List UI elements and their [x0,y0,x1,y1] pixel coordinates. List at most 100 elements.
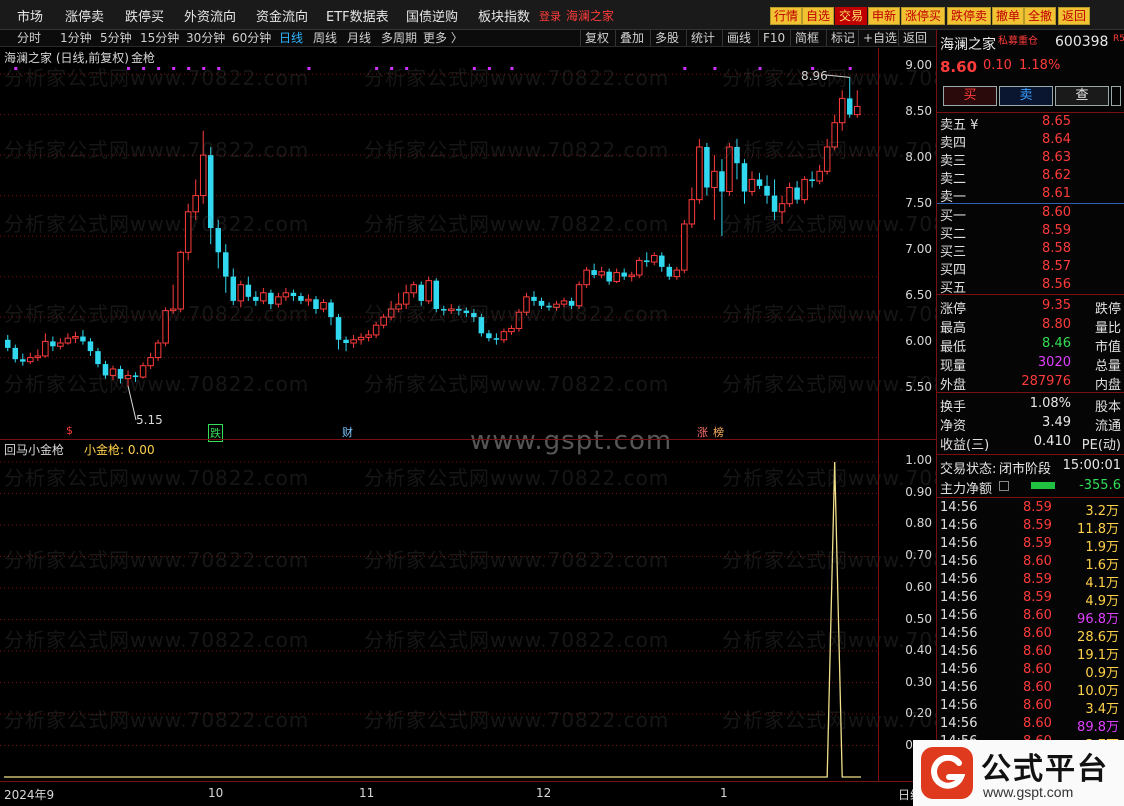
bid-row[interactable]: 买一 8.60 [937,205,1124,224]
candle-body [433,280,440,309]
tool-f10[interactable]: F10 [758,30,789,46]
candle-body [184,211,192,253]
candle-body [124,374,132,380]
period-daily[interactable]: 日线 [279,30,303,46]
btn-new-issue[interactable]: 申新 [868,7,901,25]
flow-detail-icon[interactable] [999,481,1009,491]
sell-button[interactable]: 卖 [999,86,1053,106]
period-more[interactable]: 更多 〉 [423,30,463,46]
bid-row[interactable]: 买二 8.59 [937,223,1124,242]
period-monthly[interactable]: 月线 [347,30,371,46]
query-button[interactable]: 查 [1055,86,1109,106]
stat2-row[interactable]: 换手 1.08% 股本 [937,396,1124,415]
menu-item-market[interactable]: 市场 [17,6,43,25]
candle-body [515,311,523,329]
ask-row[interactable]: 卖三 8.63 [937,150,1124,169]
tool-draw[interactable]: 画线 [722,30,755,46]
menu-item-sector-index[interactable]: 板块指数 [478,6,530,25]
btn-trade[interactable]: 交易 [835,7,868,25]
marker-list[interactable]: 榜 [713,424,724,440]
tool-add-watch[interactable]: +自选 [858,30,901,46]
menu-item-limit-up-sell[interactable]: 涨停卖 [65,6,104,25]
candle-body [139,365,147,378]
signal-tick: 0.50 [905,612,932,626]
stat2-row[interactable]: 净资 3.49 流通 [937,415,1124,434]
btn-limit-down-sell[interactable]: 跌停卖 [947,7,992,25]
stat2-row-label2: 流通 [1094,419,1121,434]
candle-body [109,368,117,376]
btn-back-top[interactable]: 返回 [1058,7,1091,25]
tool-overlay[interactable]: 叠加 [615,30,648,46]
indicator-name[interactable]: 金枪 [131,49,155,66]
stat2-row[interactable]: 收益(三) 0.410 PE(动) [937,434,1124,453]
tool-adjust[interactable]: 复权 [580,30,613,46]
menu-item-foreign-flow[interactable]: 外资流向 [184,6,236,25]
candle-body [350,339,357,344]
marker-rise[interactable]: 涨 [697,424,708,440]
bid-row[interactable]: 买五 8.56 [937,277,1124,296]
menu-item-repo[interactable]: 国债逆购 [406,6,458,25]
btn-cancel-all[interactable]: 全撤 [1024,7,1057,25]
kline-chart[interactable]: 海澜之家 (日线,前复权) 金枪 8.96 5.15 $ 跌 财 涨 榜 www… [0,48,878,456]
bid-row[interactable]: 买四 8.57 [937,259,1124,278]
candle-body [162,310,169,344]
signal-chart[interactable]: 回马小金枪 小金枪: 0.00 [0,440,878,780]
menu-item-capital-flow[interactable]: 资金流向 [256,6,308,25]
marker-finance[interactable]: 财 [342,424,353,440]
period-60min[interactable]: 60分钟 [232,30,271,46]
stat-row[interactable]: 最低 8.46 市值 [937,336,1124,355]
signal-tick: 0.80 [905,516,932,530]
btn-limit-up-buy[interactable]: 涨停买 [901,7,946,25]
candle-body [621,272,627,277]
buy-button[interactable]: 买 [943,86,997,106]
period-weekly[interactable]: 周线 [313,30,337,46]
candle [253,291,259,306]
candle-body [500,331,508,341]
login-tag[interactable]: 登录 [539,8,561,24]
panel-more-button[interactable] [1111,86,1121,106]
btn-quotes[interactable]: 行情 [770,7,803,25]
candle-body [778,203,786,213]
tool-back[interactable]: 返回 [898,30,931,46]
candle-body [80,336,86,342]
tick-volume: 19.1万 [1077,648,1119,663]
btn-cancel-order[interactable]: 撤单 [992,7,1025,25]
candle [448,304,455,314]
signal-tick: 1.00 [905,453,932,467]
period-multi[interactable]: 多周期 [381,30,417,46]
stat-row[interactable]: 现量 3020 总量 [937,355,1124,374]
ask-row[interactable]: 卖一 8.61 [937,186,1124,205]
ask-row[interactable]: 卖五 ¥ 8.65 [937,114,1124,133]
panel-separator [937,112,1124,113]
ask-row[interactable]: 卖四 8.64 [937,132,1124,151]
stat-row[interactable]: 最高 8.80 量比 [937,317,1124,336]
stat2-row-value: 1.08% [1029,396,1071,411]
tool-mark[interactable]: 标记 [826,30,859,46]
bid-row-value: 8.57 [1042,259,1071,274]
period-minute[interactable]: 分时 [17,30,41,46]
tool-multi-stock[interactable]: 多股 [650,30,683,46]
stat-row[interactable]: 外盘 287976 内盘 [937,374,1124,393]
marker-dividend[interactable]: $ [66,424,73,437]
tool-stats[interactable]: 统计 [686,30,719,46]
logo-name: 公式平台 [981,752,1109,787]
period-5min[interactable]: 5分钟 [100,30,132,46]
period-30min[interactable]: 30分钟 [186,30,225,46]
value-axis: 9.00 8.50 8.00 7.50 7.00 6.50 6.00 5.50 … [878,48,936,781]
menu-item-limit-down-buy[interactable]: 跌停买 [125,6,164,25]
price-tick: 6.00 [905,334,932,348]
period-1min[interactable]: 1分钟 [60,30,92,46]
candle-body [809,179,815,182]
tick-price: 8.60 [1023,680,1052,695]
ask-row[interactable]: 卖二 8.62 [937,168,1124,187]
candle [410,281,417,298]
bid-row[interactable]: 买三 8.58 [937,241,1124,260]
tool-simple-frame[interactable]: 简框 [790,30,823,46]
price-tick: 9.00 [905,58,932,72]
signal-dot [217,67,221,70]
candle [643,252,650,267]
menu-item-etf-table[interactable]: ETF数据表 [326,6,389,25]
stat-row[interactable]: 涨停 9.35 跌停 [937,298,1124,317]
btn-watchlist[interactable]: 自选 [802,7,835,25]
period-15min[interactable]: 15分钟 [140,30,179,46]
